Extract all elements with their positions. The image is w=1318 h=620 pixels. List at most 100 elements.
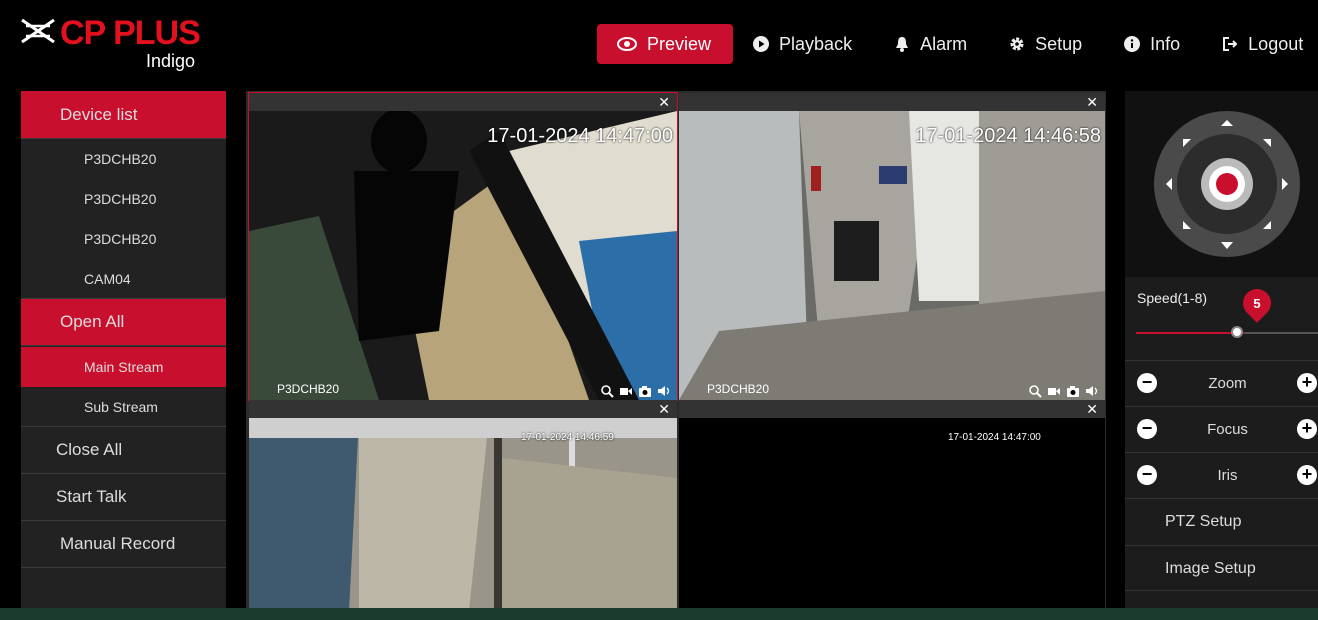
ptz-dpad-icon[interactable] bbox=[1125, 91, 1318, 277]
left-panel: Device list P3DCHB20 P3DCHB20 P3DCHB20 C… bbox=[21, 91, 226, 611]
zoom-out-icon[interactable]: − bbox=[1137, 373, 1157, 393]
manual-record-label: Manual Record bbox=[60, 534, 176, 553]
iris-label: Iris bbox=[1217, 467, 1238, 484]
close-icon[interactable]: ✕ bbox=[658, 94, 670, 110]
eye-icon bbox=[617, 37, 637, 51]
start-talk-button[interactable]: Start Talk bbox=[21, 474, 226, 521]
zoom-label: Zoom bbox=[1208, 375, 1247, 392]
snapshot-icon[interactable] bbox=[638, 384, 652, 398]
video-cell[interactable]: ✕ 17-01-2024 14:46:59 bbox=[249, 400, 677, 611]
speed-slider-fill bbox=[1136, 332, 1245, 334]
open-all-label: Open All bbox=[60, 312, 125, 331]
video-feed[interactable]: 17-01-2024 14:47:00 P3DCHB20 bbox=[249, 111, 677, 400]
info-icon bbox=[1124, 36, 1141, 52]
speed-slider-handle[interactable] bbox=[1231, 326, 1243, 338]
sub-stream-label: Sub Stream bbox=[84, 398, 158, 415]
nav-logout-label: Logout bbox=[1248, 33, 1304, 54]
device-item-label: P3DCHB20 bbox=[84, 231, 157, 247]
logout-icon bbox=[1223, 37, 1238, 51]
cell-title-bar bbox=[679, 400, 1105, 418]
close-icon[interactable]: ✕ bbox=[658, 401, 670, 417]
video-frame-image bbox=[249, 418, 677, 611]
device-item[interactable]: P3DCHB20 bbox=[21, 179, 226, 219]
cell-title-bar bbox=[249, 93, 677, 111]
sub-stream-option[interactable]: Sub Stream bbox=[21, 387, 226, 427]
camera-name-overlay: P3DCHB20 bbox=[707, 382, 770, 396]
nav-info[interactable]: Info bbox=[1104, 24, 1202, 64]
ptz-setup-label: PTZ Setup bbox=[1165, 513, 1242, 530]
nav-playback-label: Playback bbox=[779, 33, 853, 54]
close-all-label: Close All bbox=[56, 440, 123, 459]
logo-subtitle: Indigo bbox=[146, 51, 196, 71]
video-feed[interactable]: 17-01-2024 14:46:59 bbox=[249, 418, 677, 611]
bell-icon bbox=[896, 37, 909, 52]
zoom-icon[interactable] bbox=[600, 384, 614, 398]
cell-title-bar bbox=[679, 93, 1105, 111]
top-nav: Preview Playback Alarm Setup Info Logout bbox=[597, 24, 1318, 64]
zoom-icon[interactable] bbox=[1028, 384, 1042, 398]
device-item-label: P3DCHB20 bbox=[84, 151, 157, 167]
video-frame-image bbox=[679, 111, 1105, 400]
video-feed[interactable]: 17-01-2024 14:47:00 bbox=[679, 418, 1105, 611]
record-icon[interactable] bbox=[1047, 384, 1061, 398]
nav-playback[interactable]: Playback bbox=[733, 24, 874, 64]
video-timestamp: 17-01-2024 14:46:59 bbox=[521, 432, 614, 443]
device-item[interactable]: P3DCHB20 bbox=[21, 219, 226, 259]
zoom-control: − Zoom + bbox=[1125, 360, 1318, 406]
os-taskbar bbox=[0, 608, 1318, 620]
device-item-label: P3DCHB20 bbox=[84, 191, 157, 207]
video-cell[interactable]: ✕ 17-01-2024 14:47:00 bbox=[679, 400, 1105, 611]
image-setup-button[interactable]: Image Setup bbox=[1125, 545, 1318, 591]
video-grid: ✕ 17-01-2024 14:47:00 P3DCHB20 ✕ 17-01-2… bbox=[246, 91, 1106, 611]
ptz-setup-button[interactable]: PTZ Setup bbox=[1125, 498, 1318, 544]
gear-icon bbox=[1010, 37, 1024, 51]
camera-name-overlay: P3DCHB20 bbox=[277, 382, 340, 396]
iris-close-icon[interactable]: − bbox=[1137, 465, 1157, 485]
speed-value: 5 bbox=[1253, 296, 1261, 311]
zoom-in-icon[interactable]: + bbox=[1297, 373, 1317, 393]
nav-preview-label: Preview bbox=[647, 33, 712, 54]
video-cell[interactable]: ✕ 17-01-2024 14:47:00 P3DCHB20 bbox=[248, 92, 678, 401]
record-icon[interactable] bbox=[619, 384, 633, 398]
nav-setup-label: Setup bbox=[1035, 33, 1083, 54]
play-icon bbox=[753, 36, 770, 52]
focus-label: Focus bbox=[1207, 421, 1248, 438]
manual-record-button[interactable]: Manual Record bbox=[21, 521, 226, 568]
audio-icon[interactable] bbox=[657, 384, 671, 398]
nav-alarm[interactable]: Alarm bbox=[874, 24, 989, 64]
speed-slider-track[interactable] bbox=[1136, 332, 1318, 334]
speed-label: Speed(1-8) bbox=[1137, 290, 1208, 306]
video-feed[interactable]: 17-01-2024 14:46:58 P3DCHB20 bbox=[679, 111, 1105, 400]
audio-icon[interactable] bbox=[1085, 384, 1099, 398]
device-item[interactable]: CAM04 bbox=[21, 259, 226, 299]
video-frame-image bbox=[249, 111, 677, 400]
close-all-button[interactable]: Close All bbox=[21, 427, 226, 474]
close-icon[interactable]: ✕ bbox=[1086, 94, 1098, 110]
cell-toolbar bbox=[600, 384, 671, 398]
video-timestamp: 17-01-2024 14:47:00 bbox=[487, 125, 673, 147]
video-cell[interactable]: ✕ 17-01-2024 14:46:58 P3DCHB20 bbox=[679, 93, 1105, 400]
close-icon[interactable]: ✕ bbox=[1086, 401, 1098, 417]
ptz-panel: Speed(1-8) 5 − Zoom + − Focus + − Iris +… bbox=[1125, 91, 1318, 611]
iris-control: − Iris + bbox=[1125, 452, 1318, 498]
logo-text: CP PLUS bbox=[60, 14, 201, 52]
nav-setup[interactable]: Setup bbox=[989, 24, 1104, 64]
open-all-button[interactable]: Open All bbox=[21, 299, 226, 346]
focus-control: − Focus + bbox=[1125, 406, 1318, 452]
snapshot-icon[interactable] bbox=[1066, 384, 1080, 398]
video-timestamp: 17-01-2024 14:47:00 bbox=[948, 432, 1041, 443]
main-stream-label: Main Stream bbox=[84, 359, 164, 375]
video-timestamp: 17-01-2024 14:46:58 bbox=[915, 125, 1101, 147]
device-list-header[interactable]: Device list bbox=[21, 91, 226, 139]
ptz-direction-pad bbox=[1125, 91, 1318, 277]
iris-open-icon[interactable]: + bbox=[1297, 465, 1317, 485]
nav-info-label: Info bbox=[1150, 33, 1181, 54]
nav-preview[interactable]: Preview bbox=[597, 24, 734, 64]
main-stream-option[interactable]: Main Stream bbox=[21, 346, 226, 387]
nav-logout[interactable]: Logout bbox=[1202, 24, 1318, 64]
device-item[interactable]: P3DCHB20 bbox=[21, 139, 226, 179]
cell-title-bar bbox=[249, 400, 677, 418]
focus-in-icon[interactable]: + bbox=[1297, 419, 1317, 439]
device-item-label: CAM04 bbox=[84, 270, 131, 287]
focus-out-icon[interactable]: − bbox=[1137, 419, 1157, 439]
